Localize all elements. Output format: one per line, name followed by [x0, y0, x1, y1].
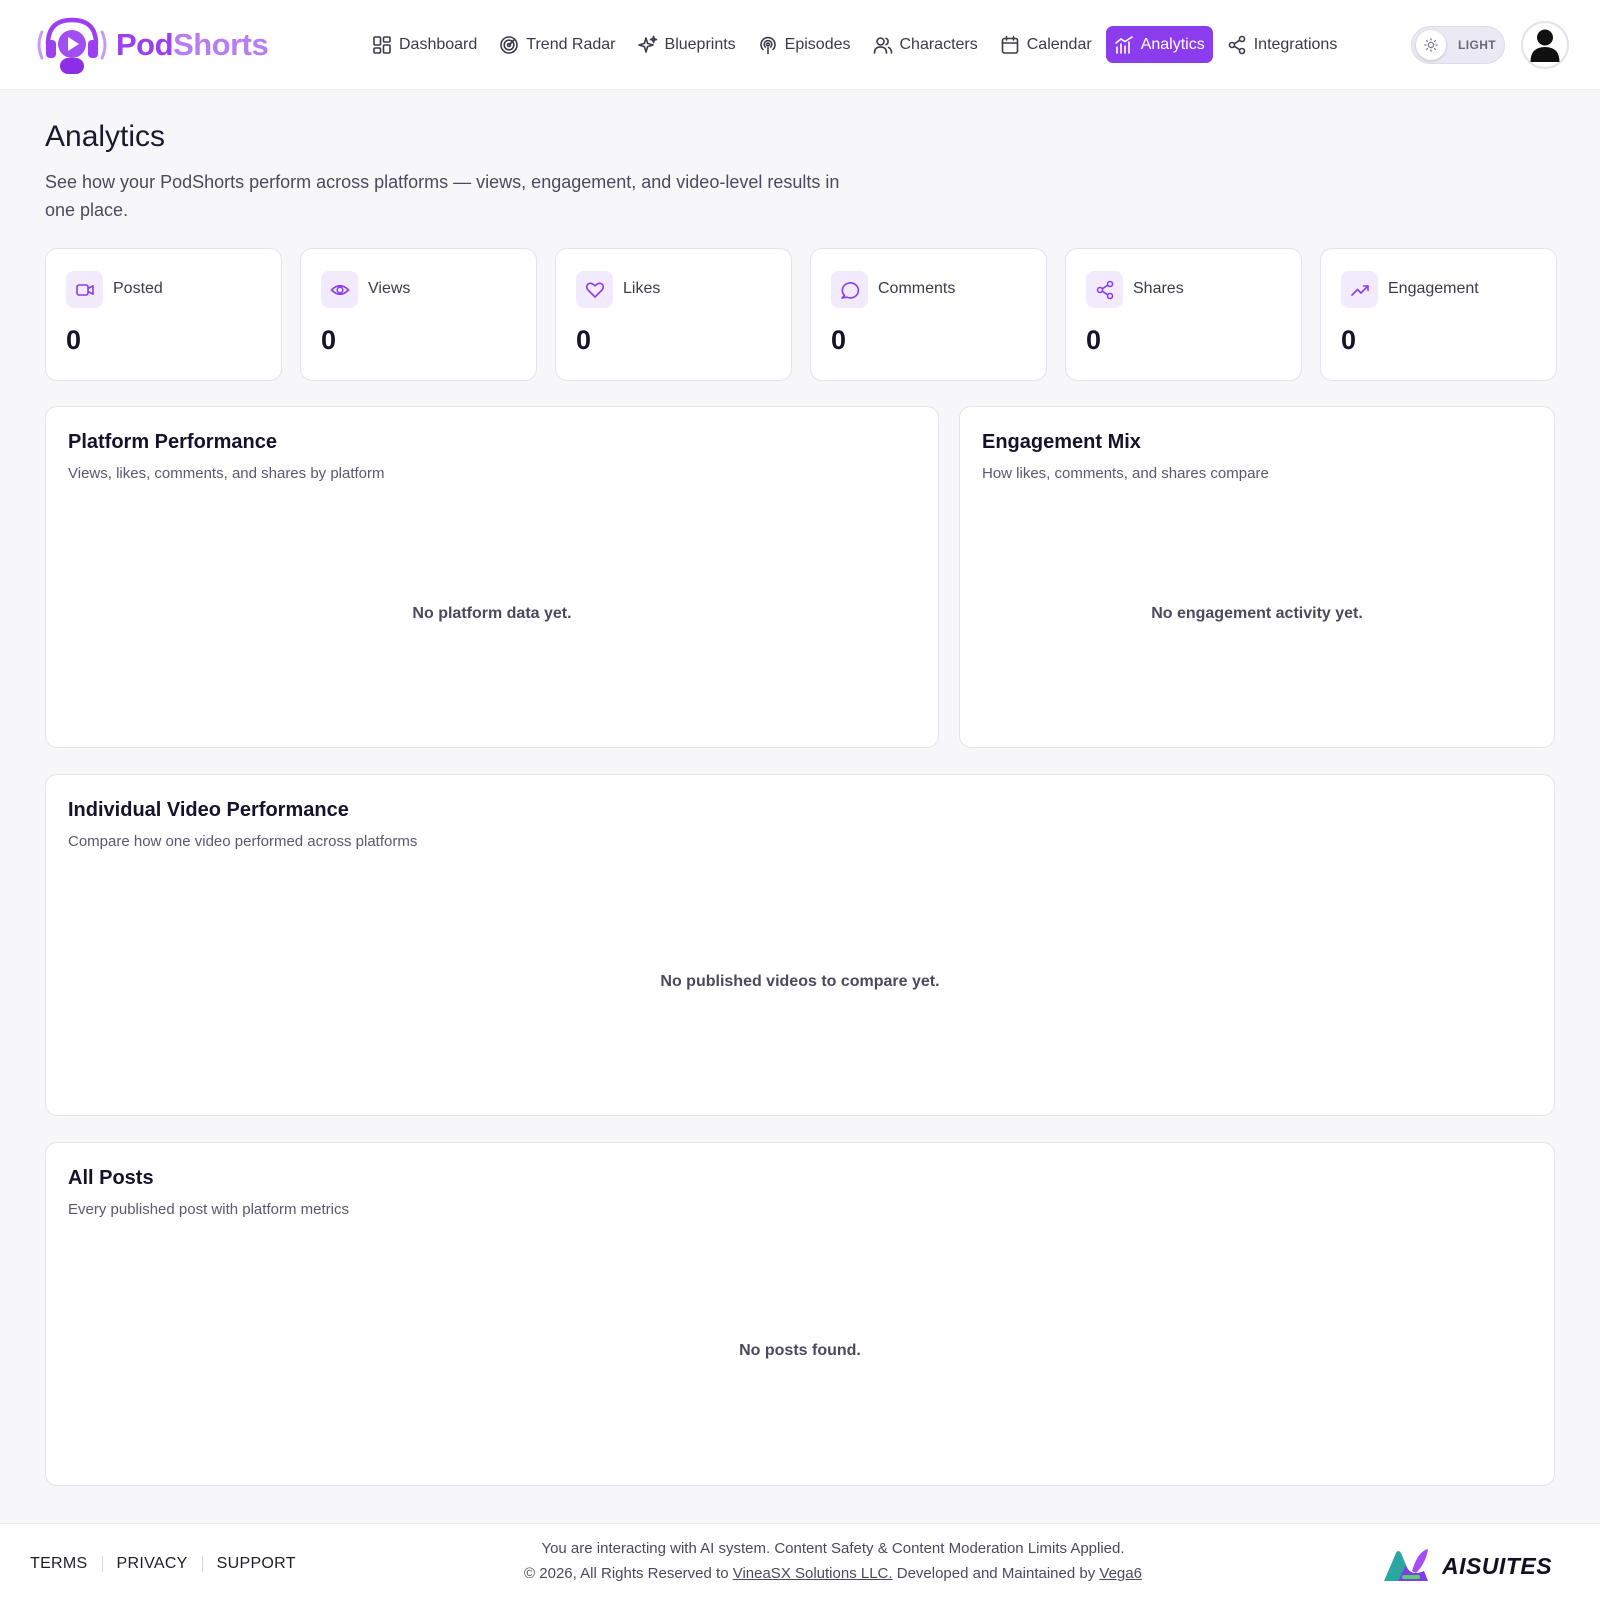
stat-icon-wrap: [66, 271, 103, 308]
bar-chart-icon: [1114, 35, 1133, 54]
all-posts-panel: All Posts Every published post with plat…: [45, 1142, 1555, 1486]
theme-label: LIGHT: [1458, 38, 1496, 52]
panel-subtitle: Every published post with platform metri…: [68, 1201, 349, 1218]
empty-state-message: No posts found.: [739, 1342, 861, 1359]
chat-bubble-icon: [840, 281, 859, 299]
stat-card-engagement: Engagement 0: [1320, 248, 1557, 381]
stat-label: Views: [368, 280, 411, 297]
stat-value: 0: [66, 325, 82, 355]
nav-blueprints[interactable]: Blueprints: [630, 26, 744, 63]
stat-value: 0: [831, 325, 847, 355]
stat-card-shares: Shares 0: [1065, 248, 1302, 381]
panel-title: All Posts: [68, 1167, 154, 1189]
panel-title: Individual Video Performance: [68, 799, 349, 821]
nav-analytics-label: Analytics: [1140, 35, 1205, 53]
share-icon: [1096, 280, 1113, 299]
platform-performance-panel: Platform Performance Views, likes, comme…: [45, 406, 939, 748]
trending-up-icon: [1350, 284, 1369, 296]
podcast-icon: [759, 36, 776, 54]
stat-card-likes: Likes 0: [555, 248, 792, 381]
aisuites-wordmark: AISUITES: [1442, 1552, 1553, 1579]
copyright-middle: Developed and Maintained by: [896, 1565, 1096, 1582]
copyright: © 2026, All Rights Reserved to VineaSX S…: [0, 1565, 1600, 1582]
nav-integrations[interactable]: Integrations: [1219, 26, 1346, 63]
theme-toggle[interactable]: LIGHT: [1411, 26, 1505, 64]
engagement-mix-panel: Engagement Mix How likes, comments, and …: [959, 406, 1555, 748]
nav-characters[interactable]: Characters: [865, 26, 986, 63]
logo-wordmark: PodShorts: [116, 27, 269, 63]
stat-label: Engagement: [1388, 280, 1479, 297]
dashboard-grid-icon: [373, 35, 391, 54]
logo-text-shorts: Shorts: [173, 27, 269, 62]
nav-trend-radar[interactable]: Trend Radar: [491, 26, 623, 63]
empty-state-message: No platform data yet.: [412, 605, 572, 622]
stat-icon-wrap: [321, 271, 358, 308]
panel-subtitle: How likes, comments, and shares compare: [982, 465, 1269, 482]
stat-card-views: Views 0: [300, 248, 537, 381]
nav-blueprints-label: Blueprints: [664, 35, 736, 53]
nav-characters-label: Characters: [899, 35, 978, 53]
page-title: Analytics: [45, 120, 166, 153]
toggle-knob: [1416, 30, 1446, 60]
video-performance-panel: Individual Video Performance Compare how…: [45, 774, 1555, 1116]
empty-state-message: No published videos to compare yet.: [660, 973, 940, 990]
stat-label: Posted: [113, 280, 163, 297]
user-avatar[interactable]: [1521, 21, 1569, 69]
panel-title: Engagement Mix: [982, 431, 1141, 453]
stat-label: Comments: [878, 280, 956, 297]
stat-icon-wrap: [1341, 271, 1378, 308]
nav-dashboard-label: Dashboard: [399, 35, 478, 53]
panel-subtitle: Views, likes, comments, and shares by pl…: [68, 465, 385, 482]
radar-icon: [500, 35, 519, 54]
headphones-mic-logo-icon: [37, 17, 107, 74]
nav-integrations-label: Integrations: [1253, 35, 1338, 53]
aisuites-brand[interactable]: AISUITES: [1382, 1547, 1552, 1585]
nav-dashboard[interactable]: Dashboard: [364, 26, 485, 63]
stat-icon-wrap: [831, 271, 868, 308]
nav-episodes-label: Episodes: [784, 35, 851, 53]
aisuites-logo-icon: [1384, 1549, 1428, 1581]
users-icon: [873, 36, 892, 54]
main-nav: Dashboard Trend Radar Blueprints Episode…: [364, 26, 1351, 63]
stat-value: 0: [1341, 325, 1357, 355]
stat-value: 0: [1086, 325, 1102, 355]
video-camera-icon: [75, 283, 94, 296]
stat-cards: Posted 0 Views 0 Likes 0 Comments 0 Shar…: [45, 248, 1557, 381]
nav-analytics[interactable]: Analytics: [1105, 26, 1213, 63]
stat-card-comments: Comments 0: [810, 248, 1047, 381]
developer-link[interactable]: Vega6: [1099, 1565, 1142, 1582]
nav-calendar-label: Calendar: [1026, 35, 1092, 53]
top-header: PodShorts Dashboard Trend Radar Blueprin…: [0, 0, 1600, 90]
company-link[interactable]: VineaSX Solutions LLC.: [733, 1565, 893, 1582]
stat-icon-wrap: [1086, 271, 1123, 308]
eye-icon: [329, 284, 350, 295]
stat-label: Likes: [623, 280, 661, 297]
ai-notice: You are interacting with AI system. Cont…: [541, 1540, 1125, 1557]
share-nodes-icon: [1228, 35, 1246, 54]
copyright-prefix: © 2026, All Rights Reserved to: [524, 1565, 729, 1582]
stat-icon-wrap: [576, 271, 613, 308]
stat-value: 0: [321, 325, 337, 355]
sun-icon: [1424, 38, 1438, 52]
podshorts-logo[interactable]: PodShorts: [34, 14, 269, 76]
page-subtitle: See how your PodShorts perform across pl…: [45, 172, 840, 220]
heart-icon: [585, 282, 604, 298]
nav-episodes[interactable]: Episodes: [750, 26, 859, 63]
panel-title: Platform Performance: [68, 431, 277, 453]
page-footer: TERMS PRIVACY SUPPORT You are interactin…: [0, 1523, 1600, 1603]
sparkles-icon: [637, 35, 657, 53]
empty-state-message: No engagement activity yet.: [1151, 605, 1363, 622]
stat-card-posted: Posted 0: [45, 248, 282, 381]
logo-text-pod: Pod: [116, 27, 174, 62]
stat-value: 0: [576, 325, 592, 355]
user-silhouette-icon: [1530, 29, 1560, 62]
nav-trend-radar-label: Trend Radar: [526, 35, 616, 53]
calendar-icon: [1001, 35, 1019, 54]
panel-subtitle: Compare how one video performed across p…: [68, 833, 418, 850]
nav-calendar[interactable]: Calendar: [992, 26, 1100, 63]
stat-label: Shares: [1133, 280, 1184, 297]
